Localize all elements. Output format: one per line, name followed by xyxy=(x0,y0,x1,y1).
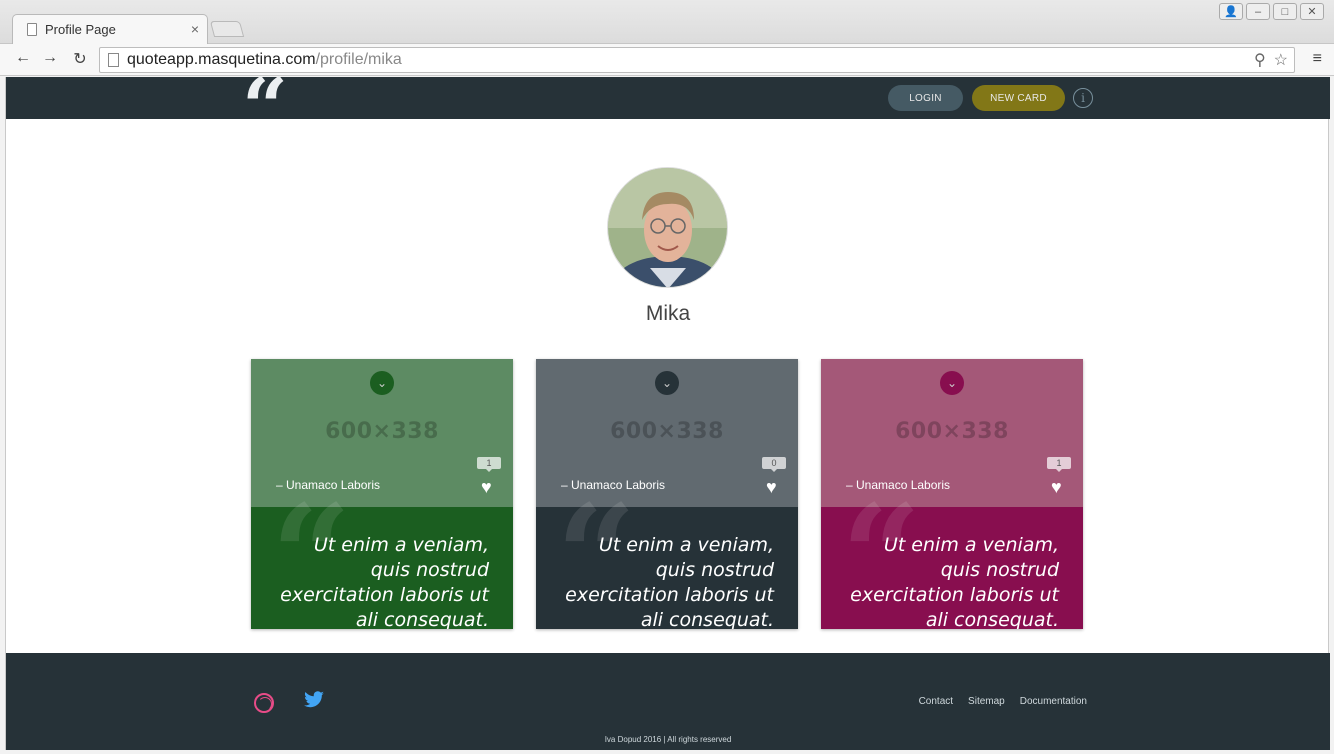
site-header: “ LOGIN NEW CARD i xyxy=(6,67,1330,147)
card-quote-area: “ Ut enim a veniam, quis nostrud exercit… xyxy=(251,487,513,629)
footer-links: Contact Sitemap Documentation xyxy=(919,696,1087,707)
quote-text: Ut enim a veniam, quis nostrud exercitat… xyxy=(280,534,489,629)
page-viewport: “ LOGIN NEW CARD i Mika ⌄ 600×338 – Unam… xyxy=(5,67,1330,750)
reload-icon[interactable]: ↻ xyxy=(69,49,91,69)
tab-close-icon[interactable]: × xyxy=(191,21,199,37)
chevron-down-icon[interactable]: ⌄ xyxy=(940,371,964,395)
heart-icon[interactable]: ♥ xyxy=(481,478,492,496)
browser-toolbar: ← → ↻ quoteapp.masquetina.com/profile/mi… xyxy=(0,44,1334,76)
profile-name: Mika xyxy=(645,302,691,325)
browser-tab-strip: Profile Page × 👤 – □ ✕ xyxy=(0,0,1334,44)
tab-title: Profile Page xyxy=(45,22,116,37)
quote-logo-icon[interactable]: “ xyxy=(242,67,288,147)
quote-card[interactable]: ⌄ 600×338 – Unamaco Laboris 1 ♥ “ Ut eni… xyxy=(821,359,1083,629)
quote-text: Ut enim a veniam, quis nostrud exercitat… xyxy=(850,534,1059,629)
card-quote-area: “ Ut enim a veniam, quis nostrud exercit… xyxy=(821,487,1083,629)
info-icon[interactable]: i xyxy=(1073,88,1093,108)
url-host: quoteapp.masquetina.com xyxy=(127,51,316,68)
image-placeholder-text: 600×338 xyxy=(895,419,1009,444)
browser-menu-icon[interactable]: ≡ xyxy=(1313,50,1322,68)
close-window-button[interactable]: ✕ xyxy=(1300,3,1324,20)
maximize-button[interactable]: □ xyxy=(1273,3,1297,20)
chevron-down-icon[interactable]: ⌄ xyxy=(655,371,679,395)
quote-card[interactable]: ⌄ 600×338 – Unamaco Laboris 1 ♥ “ Ut eni… xyxy=(251,359,513,629)
chevron-down-icon[interactable]: ⌄ xyxy=(370,371,394,395)
avatar xyxy=(607,167,728,288)
heart-icon[interactable]: ♥ xyxy=(1051,478,1062,496)
footer-link-sitemap[interactable]: Sitemap xyxy=(968,696,1005,707)
page-icon xyxy=(27,23,37,36)
login-button[interactable]: LOGIN xyxy=(888,85,963,111)
quote-text: Ut enim a veniam, quis nostrud exercitat… xyxy=(565,534,774,629)
heart-icon[interactable]: ♥ xyxy=(766,478,777,496)
zoom-icon[interactable]: ⚲ xyxy=(1254,50,1266,70)
like-count-badge: 1 xyxy=(477,457,501,472)
image-placeholder-text: 600×338 xyxy=(610,419,724,444)
like-count-badge: 1 xyxy=(1047,457,1071,472)
like-count-badge: 0 xyxy=(762,457,786,472)
window-controls: 👤 – □ ✕ xyxy=(1219,3,1324,20)
page-icon xyxy=(108,53,119,67)
bookmark-star-icon[interactable]: ☆ xyxy=(1274,50,1288,70)
new-tab-button[interactable] xyxy=(209,21,245,37)
copyright-text: Iva Dopud 2016 | All rights reserved xyxy=(604,735,732,744)
footer-link-contact[interactable]: Contact xyxy=(919,696,953,707)
dribbble-icon[interactable] xyxy=(254,693,274,713)
user-profile-button[interactable]: 👤 xyxy=(1219,3,1243,20)
new-card-button[interactable]: NEW CARD xyxy=(972,85,1065,111)
url-path: /profile/mika xyxy=(315,51,402,68)
image-placeholder-text: 600×338 xyxy=(325,419,439,444)
card-quote-area: “ Ut enim a veniam, quis nostrud exercit… xyxy=(536,487,798,629)
back-icon[interactable]: ← xyxy=(12,49,34,67)
twitter-icon[interactable] xyxy=(303,691,325,715)
footer-link-documentation[interactable]: Documentation xyxy=(1020,696,1087,707)
minimize-button[interactable]: – xyxy=(1246,3,1270,20)
browser-tab[interactable]: Profile Page × xyxy=(12,14,208,44)
site-footer: Contact Sitemap Documentation Iva Dopud … xyxy=(6,653,1330,750)
quote-card[interactable]: ⌄ 600×338 – Unamaco Laboris 0 ♥ “ Ut eni… xyxy=(536,359,798,629)
forward-icon[interactable]: → xyxy=(39,49,61,67)
